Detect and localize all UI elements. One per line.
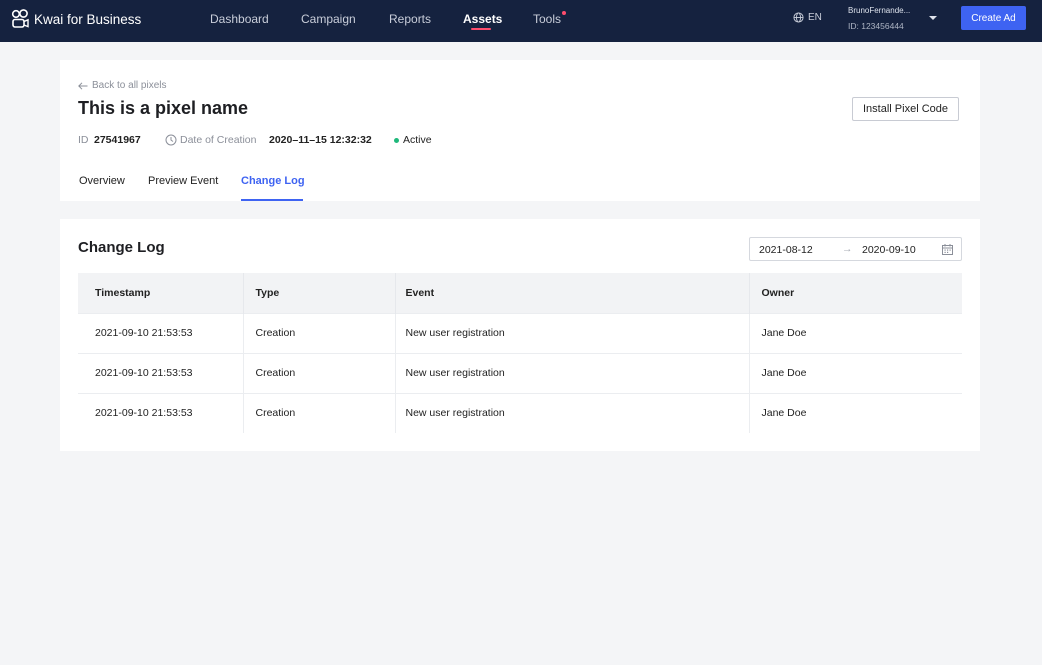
cell-timestamp: 2021-09-10 21:53:53 bbox=[78, 352, 244, 393]
status-badge: Active bbox=[403, 134, 432, 146]
cell-event: New user registration bbox=[395, 392, 750, 433]
change-log-title: Change Log bbox=[78, 239, 165, 256]
pixel-id-value: 27541967 bbox=[94, 134, 141, 146]
nav-tools[interactable]: Tools bbox=[533, 12, 561, 26]
user-id: ID: 123456444 bbox=[848, 21, 904, 31]
table-row: 2021-09-10 21:53:53 Creation New user re… bbox=[78, 392, 962, 433]
tab-change-log[interactable]: Change Log bbox=[241, 175, 305, 187]
change-log-card: Change Log 2021-08-12 → 2020-09-10 Times… bbox=[60, 219, 980, 451]
pixel-header-card: Back to all pixels This is a pixel name … bbox=[60, 60, 980, 201]
status-dot bbox=[394, 138, 399, 143]
nav-active-indicator bbox=[471, 28, 491, 30]
creation-date-value: 2020–11–15 12:32:32 bbox=[269, 134, 372, 146]
cell-type: Creation bbox=[243, 392, 396, 433]
tab-active-indicator bbox=[241, 199, 303, 201]
cell-event: New user registration bbox=[395, 352, 750, 393]
back-link-label: Back to all pixels bbox=[92, 80, 167, 91]
cell-type: Creation bbox=[243, 352, 396, 393]
table-row: 2021-09-10 21:53:53 Creation New user re… bbox=[78, 352, 962, 393]
table-row: 2021-09-10 21:53:53 Creation New user re… bbox=[78, 312, 962, 353]
creation-date-label: Date of Creation bbox=[180, 134, 257, 146]
clock-icon bbox=[165, 134, 177, 146]
globe-icon bbox=[793, 12, 804, 23]
language-label: EN bbox=[808, 12, 822, 23]
column-header-type[interactable]: Type bbox=[243, 273, 396, 313]
cell-owner: Jane Doe bbox=[749, 352, 962, 393]
tools-notification-dot bbox=[562, 11, 566, 15]
cell-timestamp: 2021-09-10 21:53:53 bbox=[78, 312, 244, 353]
nav-reports[interactable]: Reports bbox=[389, 12, 431, 26]
change-log-table: Timestamp Type Event Owner 2021-09-10 21… bbox=[78, 273, 962, 433]
nav-dashboard[interactable]: Dashboard bbox=[210, 12, 269, 26]
kwai-logo-icon bbox=[11, 9, 29, 28]
nav-assets[interactable]: Assets bbox=[463, 12, 502, 26]
pixel-title: This is a pixel name bbox=[78, 98, 249, 118]
cell-owner: Jane Doe bbox=[749, 312, 962, 353]
column-header-owner[interactable]: Owner bbox=[749, 273, 962, 313]
date-range-picker[interactable]: 2021-08-12 → 2020-09-10 bbox=[749, 237, 962, 261]
date-range-end[interactable]: 2020-09-10 bbox=[862, 244, 916, 256]
install-pixel-code-button[interactable]: Install Pixel Code bbox=[852, 97, 959, 121]
brand-logo[interactable]: Kwai for Business bbox=[11, 9, 141, 29]
tab-overview[interactable]: Overview bbox=[79, 175, 125, 187]
cell-timestamp: 2021-09-10 21:53:53 bbox=[78, 392, 244, 433]
nav-campaign[interactable]: Campaign bbox=[301, 12, 356, 26]
cell-type: Creation bbox=[243, 312, 396, 353]
cell-event: New user registration bbox=[395, 312, 750, 353]
arrow-right-icon: → bbox=[842, 243, 853, 255]
pixel-id-label: ID bbox=[78, 134, 89, 146]
top-nav: Kwai for Business Dashboard Campaign Rep… bbox=[0, 0, 1042, 42]
cell-owner: Jane Doe bbox=[749, 392, 962, 433]
back-to-pixels-link[interactable]: Back to all pixels bbox=[78, 80, 166, 91]
brand-name: Kwai for Business bbox=[34, 11, 142, 27]
create-ad-button[interactable]: Create Ad bbox=[961, 6, 1026, 30]
table-header-row: Timestamp Type Event Owner bbox=[78, 273, 962, 313]
language-switcher[interactable]: EN bbox=[793, 12, 822, 23]
chevron-down-icon[interactable] bbox=[929, 16, 937, 20]
tab-preview-event[interactable]: Preview Event bbox=[148, 175, 218, 187]
date-range-start[interactable]: 2021-08-12 bbox=[759, 244, 813, 256]
column-header-timestamp[interactable]: Timestamp bbox=[78, 273, 244, 313]
calendar-icon[interactable] bbox=[942, 244, 953, 255]
user-name[interactable]: BrunoFernande... bbox=[848, 6, 910, 15]
column-header-event[interactable]: Event bbox=[395, 273, 750, 313]
arrow-left-icon bbox=[78, 81, 88, 90]
